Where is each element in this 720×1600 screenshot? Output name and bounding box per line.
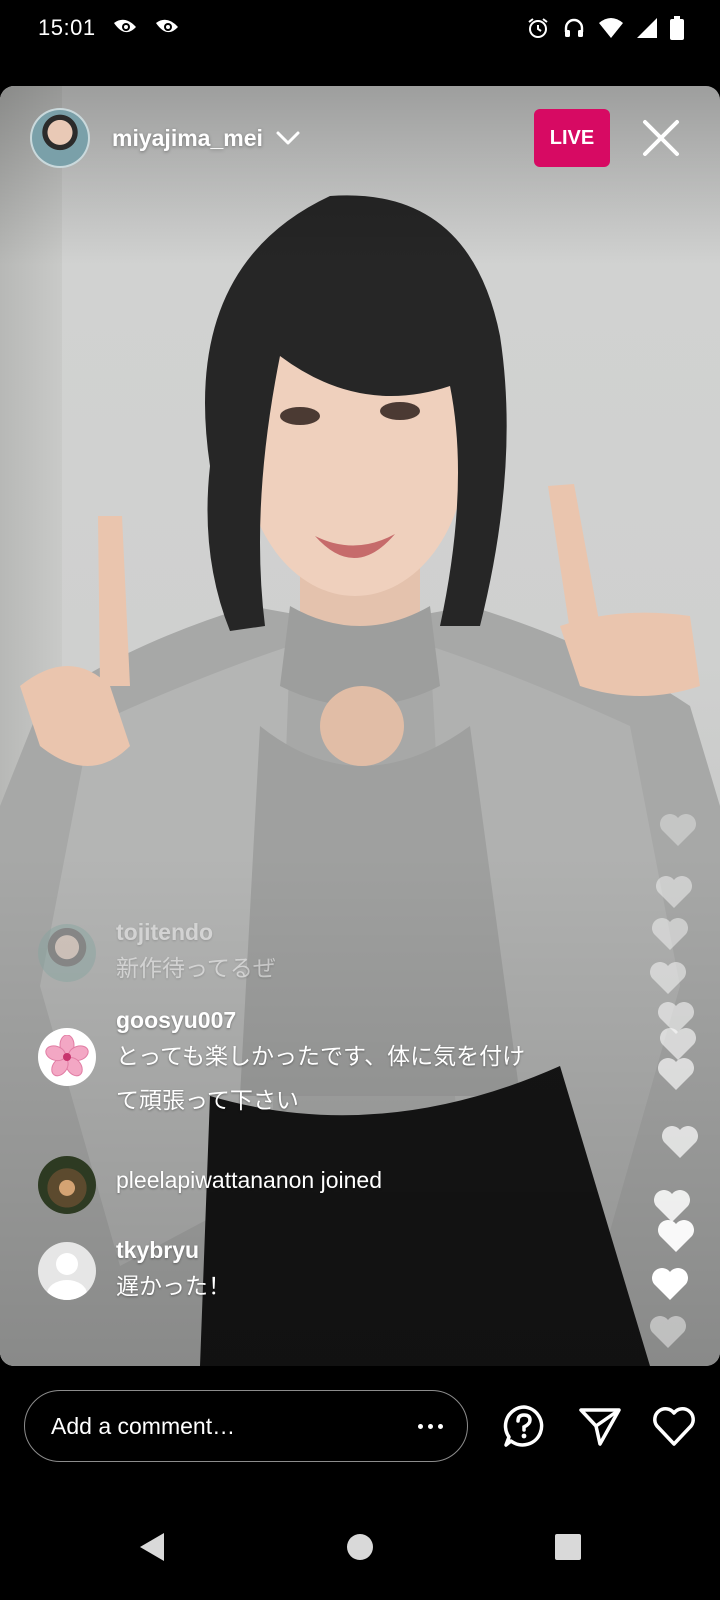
question-icon[interactable] bbox=[500, 1402, 548, 1450]
joined-text: pleelapiwattananon joined bbox=[116, 1167, 382, 1193]
live-header: miyajima_mei LIVE bbox=[30, 108, 682, 168]
comment-text-line1: とっても楽しかったです、体に気を付け bbox=[116, 1043, 526, 1069]
more-icon[interactable] bbox=[418, 1423, 443, 1429]
back-icon[interactable] bbox=[122, 1517, 182, 1577]
close-icon[interactable] bbox=[640, 117, 682, 159]
avatar[interactable] bbox=[38, 924, 96, 982]
comment-text: 遅かった！ bbox=[116, 1273, 231, 1299]
user-silhouette-icon bbox=[47, 1253, 87, 1300]
comment-item: pleelapiwattananon joined bbox=[38, 1150, 382, 1214]
default-avatar[interactable] bbox=[38, 1242, 96, 1300]
alarm-icon bbox=[526, 16, 550, 40]
host-avatar[interactable] bbox=[30, 108, 90, 168]
comment-input[interactable] bbox=[49, 1411, 418, 1441]
comment-item: goosyu007 とっても楽しかったです、体に気を付け て頑張って下さい bbox=[38, 1006, 525, 1122]
comment-item: tojitendo 新作待ってるぜ bbox=[38, 918, 276, 990]
comment-box[interactable] bbox=[24, 1390, 468, 1462]
home-icon[interactable] bbox=[330, 1517, 390, 1577]
battery-icon bbox=[670, 16, 684, 40]
comment-text: 新作待ってるぜ bbox=[116, 955, 276, 981]
live-badge: LIVE bbox=[534, 109, 610, 167]
navigation-bar bbox=[0, 1494, 720, 1600]
comment-username[interactable]: tkybryu bbox=[116, 1236, 231, 1264]
heart-like-icon[interactable] bbox=[650, 1402, 698, 1450]
signal-icon bbox=[636, 17, 658, 39]
comment-username[interactable]: goosyu007 bbox=[116, 1006, 525, 1034]
eye-notification-icon bbox=[154, 17, 180, 39]
bottom-bar bbox=[0, 1366, 720, 1494]
comment-username[interactable]: tojitendo bbox=[116, 918, 276, 946]
sakura-flower-icon bbox=[45, 1035, 89, 1077]
status-time: 15:01 bbox=[38, 15, 96, 40]
avatar[interactable] bbox=[38, 1028, 96, 1086]
chevron-down-icon[interactable] bbox=[275, 130, 301, 146]
comment-text-line2: て頑張って下さい bbox=[116, 1087, 299, 1113]
headphones-icon bbox=[562, 16, 586, 40]
comment-item: tkybryu 遅かった！ bbox=[38, 1236, 231, 1308]
status-bar: 15:01 bbox=[0, 0, 720, 56]
send-icon[interactable] bbox=[576, 1402, 624, 1450]
recents-icon[interactable] bbox=[538, 1517, 598, 1577]
eye-notification-icon bbox=[112, 17, 138, 39]
avatar[interactable] bbox=[38, 1156, 96, 1214]
host-username[interactable]: miyajima_mei bbox=[112, 125, 263, 152]
wifi-icon bbox=[598, 17, 624, 39]
